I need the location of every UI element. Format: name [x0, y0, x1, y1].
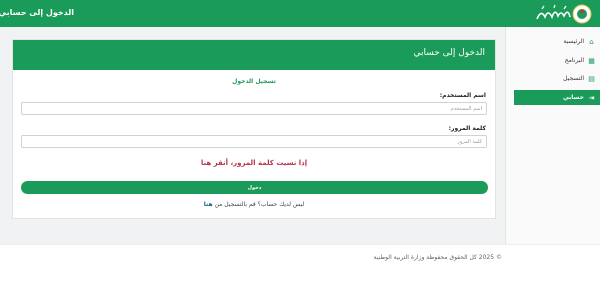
footer: © 2025 كل الحقوق محفوظة وزارة التربية ال… [0, 244, 600, 286]
sign-in-icon: ⇥ [588, 93, 595, 102]
sidebar-item-account[interactable]: حسابي ⇥ [514, 90, 600, 105]
sidebar-item-home[interactable]: الرئيسية ⌂ [514, 34, 600, 49]
password-label: كلمة المرور: [448, 125, 486, 132]
copyright-text: © 2025 كل الحقوق محفوظة وزارة التربية ال… [373, 254, 502, 261]
password-input[interactable] [21, 135, 487, 148]
document-icon: ▤ [588, 74, 595, 83]
username-input[interactable] [21, 102, 487, 115]
header-title-label: الدخول إلى حسابي [0, 8, 74, 17]
register-line: ليس لديك حساب؟ قم بالتسجيل من هنا [13, 201, 495, 208]
header-title: الدخول إلى حسابي [0, 8, 74, 17]
sidebar-item-label: التسجيل [563, 75, 584, 82]
forgot-password-link[interactable]: إذا نسيت كلمة المرور، أنقر هنا [13, 159, 495, 167]
login-button[interactable]: دخول [21, 181, 488, 194]
calendar-icon: ▦ [588, 56, 595, 65]
login-card: الدخول إلى حسابي تسجيل الدخول اسم المستخ… [12, 39, 496, 219]
sidebar-item-program[interactable]: البرنامج ▦ [514, 53, 600, 68]
ministry-logo[interactable] [534, 3, 592, 25]
username-label: اسم المستخدم: [439, 92, 486, 99]
register-prefix: ليس لديك حساب؟ قم بالتسجيل من [214, 201, 305, 208]
sidebar-item-label: حسابي [562, 94, 584, 101]
card-header: الدخول إلى حسابي [13, 40, 495, 70]
sidebar-item-label: الرئيسية [563, 38, 584, 45]
sidebar-item-registration[interactable]: التسجيل ▤ [514, 71, 600, 86]
sidebar-item-label: البرنامج [564, 57, 584, 64]
home-icon: ⌂ [589, 37, 594, 46]
section-title: تسجيل الدخول [232, 78, 276, 85]
card-title: الدخول إلى حسابي [413, 48, 485, 58]
sidebar: الرئيسية ⌂ البرنامج ▦ التسجيل ▤ حسابي ⇥ [505, 27, 600, 244]
top-bar: الدخول إلى حسابي [0, 0, 600, 27]
register-link[interactable]: هنا [204, 201, 213, 208]
